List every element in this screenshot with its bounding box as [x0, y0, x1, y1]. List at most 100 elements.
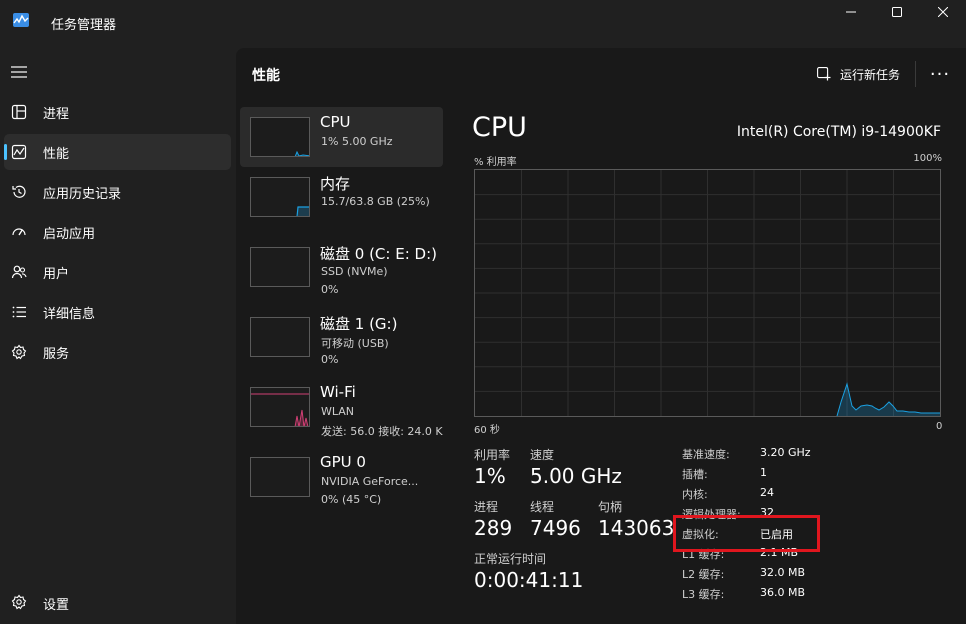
sidebar-item-label: 服务	[43, 346, 70, 362]
page-title: 性能	[252, 68, 280, 84]
cpu-thumbnail-graph	[250, 117, 310, 157]
graph-x-left-label: 60 秒	[474, 425, 500, 436]
threads-value: 7496	[530, 516, 581, 540]
speed-value: 5.00 GHz	[530, 464, 622, 488]
utilization-label: 利用率	[474, 448, 511, 462]
detail-title: CPU	[472, 112, 527, 143]
run-new-task-button[interactable]: 运行新任务	[817, 62, 900, 86]
graph-y-axis-label: % 利用率	[474, 157, 517, 168]
sidebar-item-label: 用户	[43, 266, 70, 282]
more-options-button[interactable]: ···	[928, 62, 952, 86]
perf-item-name: CPU	[320, 113, 351, 131]
maximize-button[interactable]	[874, 0, 920, 24]
sidebar-item-startup-apps[interactable]: 启动应用	[0, 214, 231, 250]
sidebar-item-app-history[interactable]: 应用历史记录	[0, 174, 231, 210]
settings-label: 设置	[43, 598, 70, 613]
spec-label: L3 缓存:	[682, 588, 725, 601]
perf-item-gpu-0[interactable]: GPU 0 NVIDIA GeForce... 0% (45 °C)	[240, 447, 443, 507]
spec-value: 32.0 MB	[760, 566, 806, 579]
spec-value: 24	[760, 486, 774, 499]
spec-value: 1	[760, 466, 767, 479]
perf-item-wifi[interactable]: Wi-Fi WLAN 发送: 56.0 接收: 24.0 K	[240, 377, 447, 437]
title-bar: 任务管理器	[0, 0, 966, 44]
spec-value: 3.20 GHz	[760, 446, 811, 459]
sidebar-item-label: 进程	[43, 106, 70, 122]
sidebar-item-label: 启动应用	[43, 226, 96, 242]
sidebar-item-details[interactable]: 详细信息	[0, 294, 231, 330]
app-history-icon	[10, 183, 28, 201]
cpu-utilization-graph	[474, 169, 941, 417]
perf-item-name: GPU 0	[320, 453, 366, 471]
processes-icon	[10, 103, 28, 121]
startup-apps-icon	[10, 223, 28, 241]
perf-item-usage: 0% (45 °C)	[321, 493, 382, 506]
sidebar-item-processes[interactable]: 进程	[0, 94, 231, 130]
window-title: 任务管理器	[51, 18, 117, 33]
close-button[interactable]	[920, 0, 966, 24]
users-icon	[10, 263, 28, 281]
cpu-model-name: Intel(R) Core(TM) i9-14900KF	[736, 124, 941, 140]
perf-item-subtitle: 1% 5.00 GHz	[321, 135, 393, 148]
task-manager-app-icon	[13, 13, 29, 27]
settings-gear-icon	[10, 593, 28, 611]
handles-value: 143063	[598, 516, 675, 540]
graph-x-right-label: 0	[936, 421, 943, 432]
processes-label: 进程	[474, 500, 499, 514]
handles-label: 句柄	[598, 500, 623, 514]
memory-thumbnail-graph	[250, 177, 310, 217]
perf-item-subtitle: 可移动 (USB)	[321, 337, 389, 350]
perf-item-cpu[interactable]: CPU 1% 5.00 GHz	[240, 107, 443, 167]
perf-item-memory[interactable]: 内存 15.7/63.8 GB (25%)	[240, 167, 443, 227]
perf-item-usage: 0%	[321, 283, 339, 296]
processes-value: 289	[474, 516, 513, 540]
disk-0-thumbnail-graph	[250, 247, 310, 287]
run-new-task-icon	[817, 67, 831, 81]
utilization-value: 1%	[474, 464, 506, 488]
perf-item-name: 磁盘 1 (G:)	[320, 315, 398, 333]
sidebar-item-performance[interactable]: 性能	[4, 134, 231, 170]
cpu-graph-svg	[475, 170, 940, 417]
perf-item-usage: 发送: 56.0 接收: 24.0 K	[321, 425, 443, 437]
gpu-thumbnail-graph	[250, 457, 310, 497]
more-options-icon: ···	[929, 63, 951, 85]
uptime-value: 0:00:41:11	[474, 568, 584, 592]
spec-value: 36.0 MB	[760, 586, 806, 599]
threads-label: 线程	[530, 500, 555, 514]
speed-label: 速度	[530, 448, 555, 462]
perf-item-subtitle: SSD (NVMe)	[321, 265, 388, 278]
perf-item-subtitle: 15.7/63.8 GB (25%)	[321, 195, 430, 208]
sidebar-item-settings[interactable]: 设置	[0, 584, 231, 620]
sidebar-item-label: 应用历史记录	[43, 186, 122, 202]
perf-item-subtitle: NVIDIA GeForce...	[321, 475, 419, 488]
minimize-button[interactable]	[828, 0, 874, 24]
close-icon	[938, 7, 948, 17]
sidebar-item-services[interactable]: 服务	[0, 334, 231, 370]
services-icon	[10, 343, 28, 361]
perf-item-disk-0[interactable]: 磁盘 0 (C: E: D:) SSD (NVMe) 0%	[240, 237, 443, 297]
perf-item-name: Wi-Fi	[320, 383, 356, 401]
spec-label: 基准速度:	[682, 448, 730, 461]
toolbar-divider	[915, 61, 916, 87]
spec-label: L2 缓存:	[682, 568, 725, 581]
disk-1-thumbnail-graph	[250, 317, 310, 357]
perf-item-subtitle: WLAN	[321, 405, 355, 418]
virtualization-highlight-annotation	[673, 515, 820, 552]
perf-item-name: 内存	[320, 175, 351, 193]
main-panel: 性能 运行新任务 ··· CPU 1% 5.00 GHz 内存 15.7/63.…	[236, 48, 966, 624]
perf-item-usage: 0%	[321, 353, 339, 366]
perf-item-disk-1[interactable]: 磁盘 1 (G:) 可移动 (USB) 0%	[240, 307, 443, 367]
graph-y-max-label: 100%	[913, 153, 942, 164]
sidebar-item-users[interactable]: 用户	[0, 254, 231, 290]
maximize-icon	[892, 7, 902, 17]
details-icon	[10, 303, 28, 321]
minimize-icon	[846, 11, 856, 13]
hamburger-menu-icon[interactable]	[10, 65, 28, 79]
sidebar-item-label: 详细信息	[43, 306, 96, 322]
wifi-thumbnail-graph	[250, 387, 310, 427]
spec-label: 插槽:	[682, 468, 708, 481]
run-new-task-label: 运行新任务	[840, 67, 901, 82]
perf-item-name: 磁盘 0 (C: E: D:)	[320, 245, 437, 263]
spec-label: 内核:	[682, 488, 708, 501]
performance-icon	[10, 143, 28, 161]
uptime-label: 正常运行时间	[474, 552, 547, 566]
